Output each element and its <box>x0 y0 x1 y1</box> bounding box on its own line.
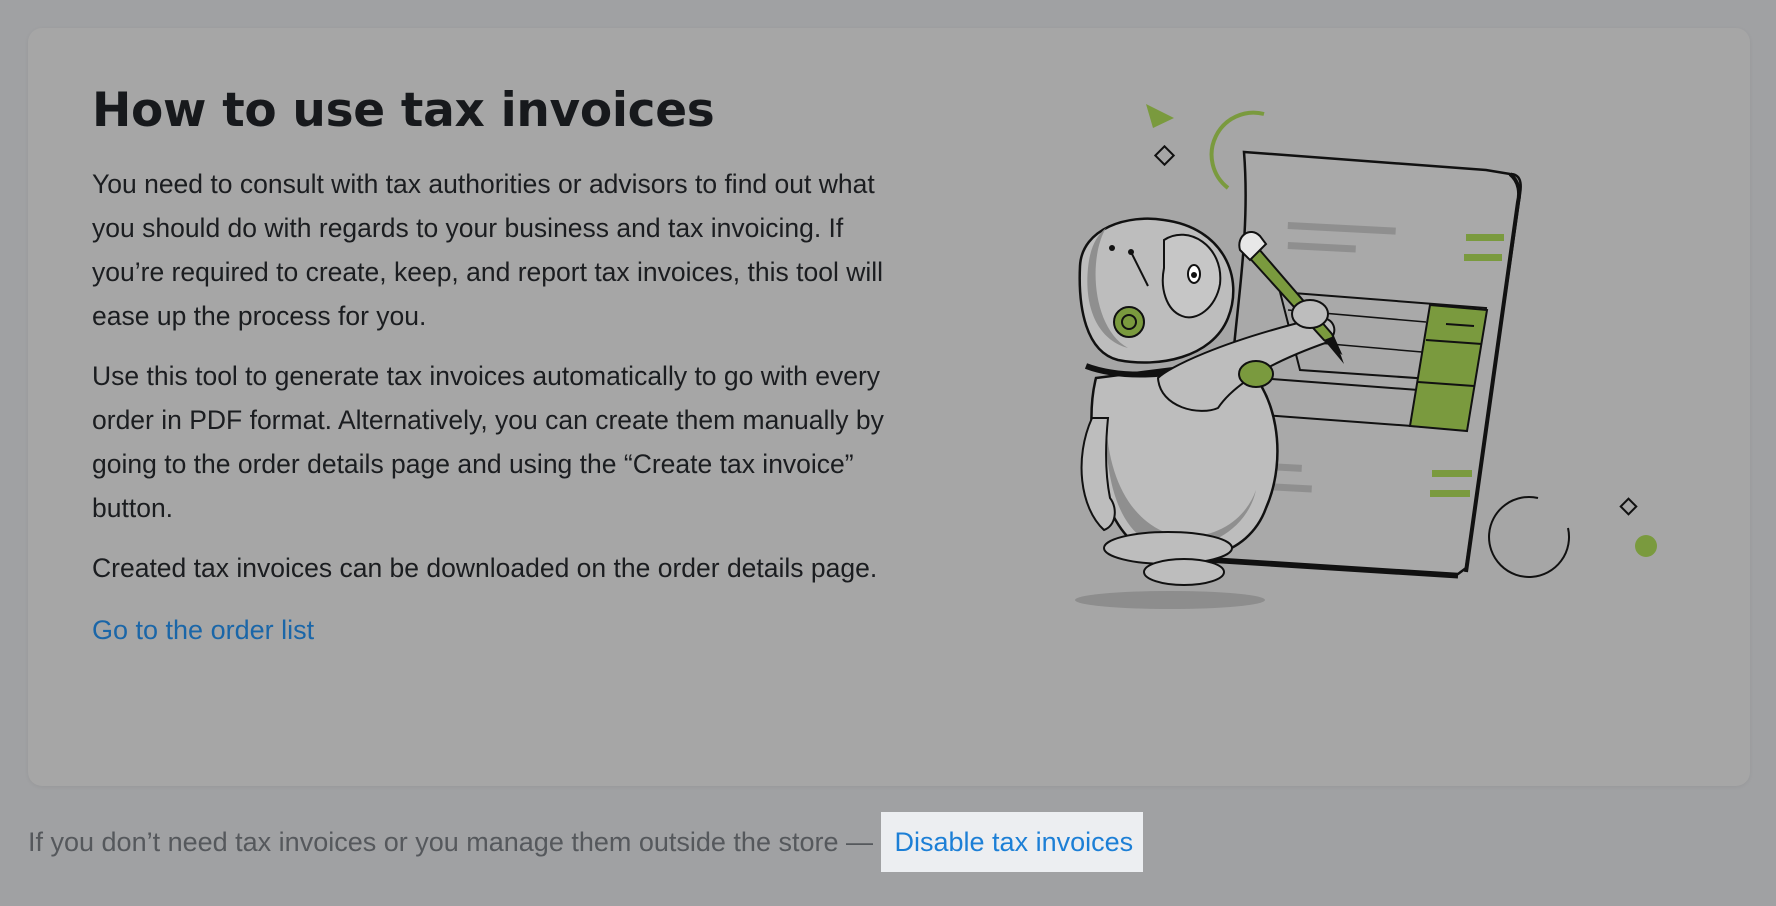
info-paragraph-download: Created tax invoices can be downloaded o… <box>92 553 878 583</box>
info-paragraph-consult: You need to consult with tax authorities… <box>92 169 883 331</box>
robot-writing-invoice-illustration <box>988 78 1688 678</box>
card-content: How to use tax invoices You need to cons… <box>92 78 912 652</box>
diamond-decoration-icon <box>1153 144 1176 167</box>
tax-invoices-info-card: How to use tax invoices You need to cons… <box>28 28 1750 786</box>
triangle-decoration-icon <box>1146 104 1174 128</box>
info-paragraph-generate: Use this tool to generate tax invoices a… <box>92 361 884 523</box>
disable-tax-invoices-footer: If you don’t need tax invoices or you ma… <box>28 812 1144 872</box>
footer-text: If you don’t need tax invoices or you ma… <box>28 826 881 857</box>
go-to-order-list-link[interactable]: Go to the order list <box>92 608 314 652</box>
card-title: How to use tax invoices <box>92 83 715 138</box>
disable-tax-invoices-link[interactable]: Disable tax invoices <box>880 812 1144 872</box>
